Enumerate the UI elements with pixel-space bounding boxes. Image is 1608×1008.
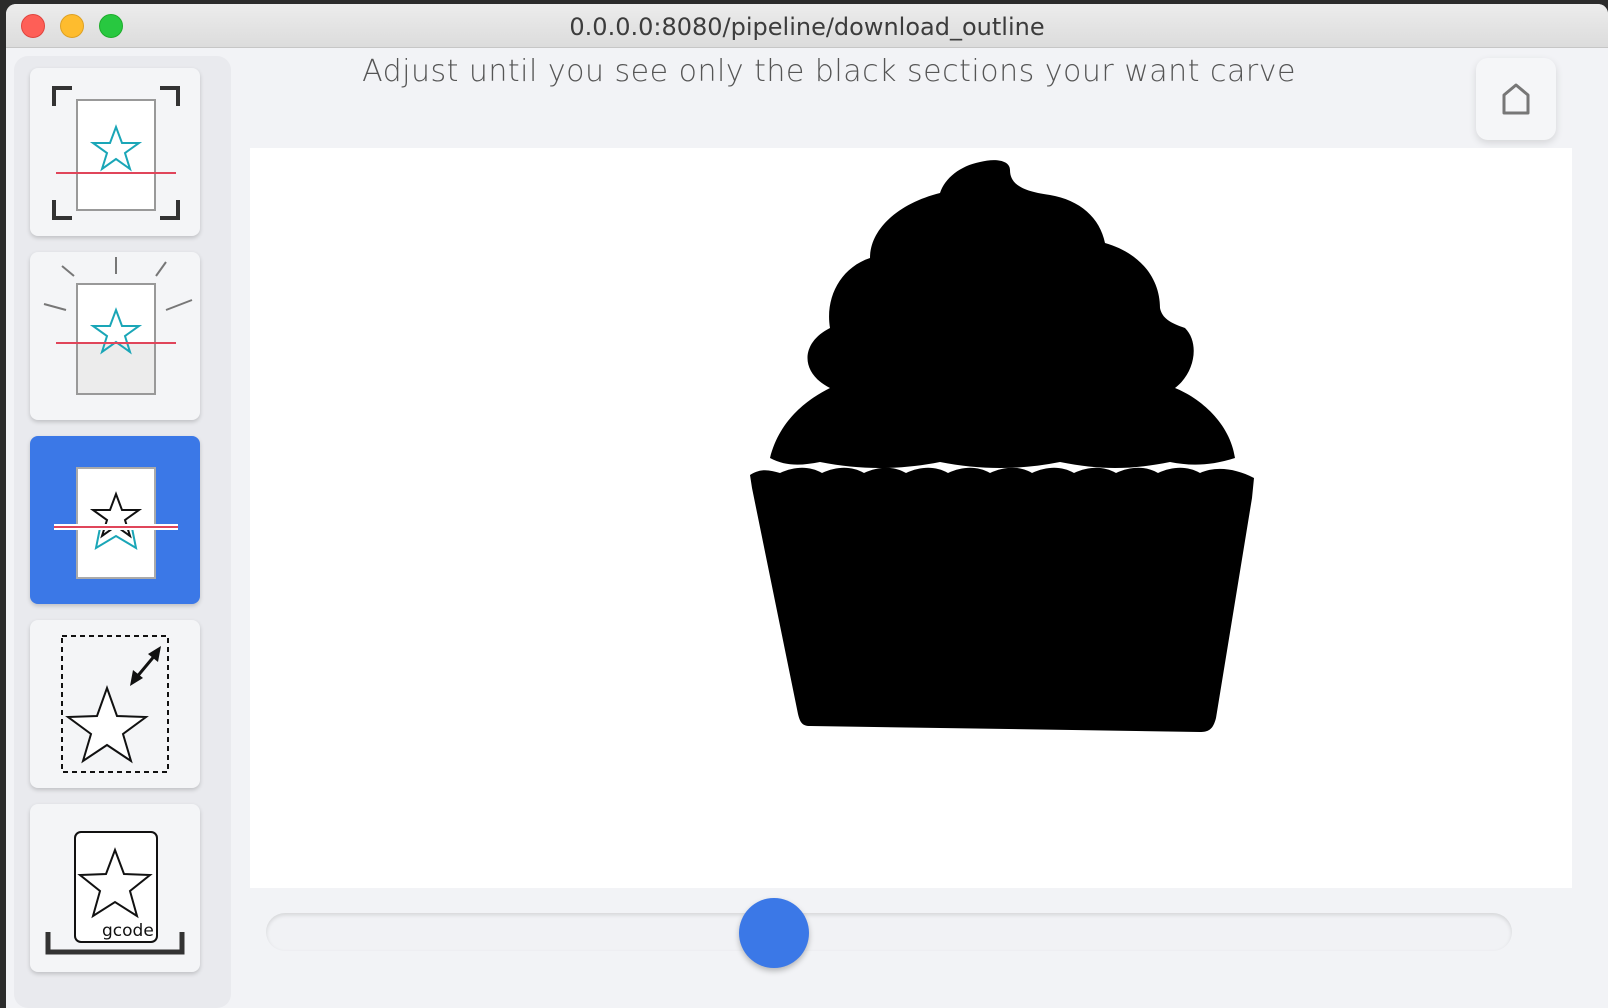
step-capture[interactable] <box>30 252 200 420</box>
scan-frame-icon <box>52 86 180 220</box>
preview-canvas <box>250 148 1572 888</box>
threshold-slider-thumb[interactable] <box>739 898 810 968</box>
home-button[interactable] <box>1476 58 1556 140</box>
threshold-slider-track[interactable] <box>266 913 1512 951</box>
pipeline-sidebar: gcode <box>14 56 231 1008</box>
threshold-icon <box>54 467 178 579</box>
resize-icon <box>61 635 169 773</box>
cupcake-silhouette <box>750 160 1254 732</box>
window-url: 0.0.0.0:8080/pipeline/download_outline <box>569 13 1045 41</box>
home-icon <box>1502 83 1530 115</box>
gcode-label: gcode <box>102 921 154 941</box>
step-scan[interactable] <box>30 68 200 236</box>
title-bar: 0.0.0.0:8080/pipeline/download_outline <box>6 4 1608 48</box>
gcode-download-icon <box>45 831 185 955</box>
step-gcode[interactable]: gcode <box>30 804 200 972</box>
step-threshold[interactable] <box>30 436 200 604</box>
instruction-text: Adjust until you see only the black sect… <box>362 54 1296 89</box>
step-resize[interactable] <box>30 620 200 788</box>
browser-window: 0.0.0.0:8080/pipeline/download_outline g… <box>6 4 1608 1008</box>
light-capture-icon <box>43 257 193 395</box>
